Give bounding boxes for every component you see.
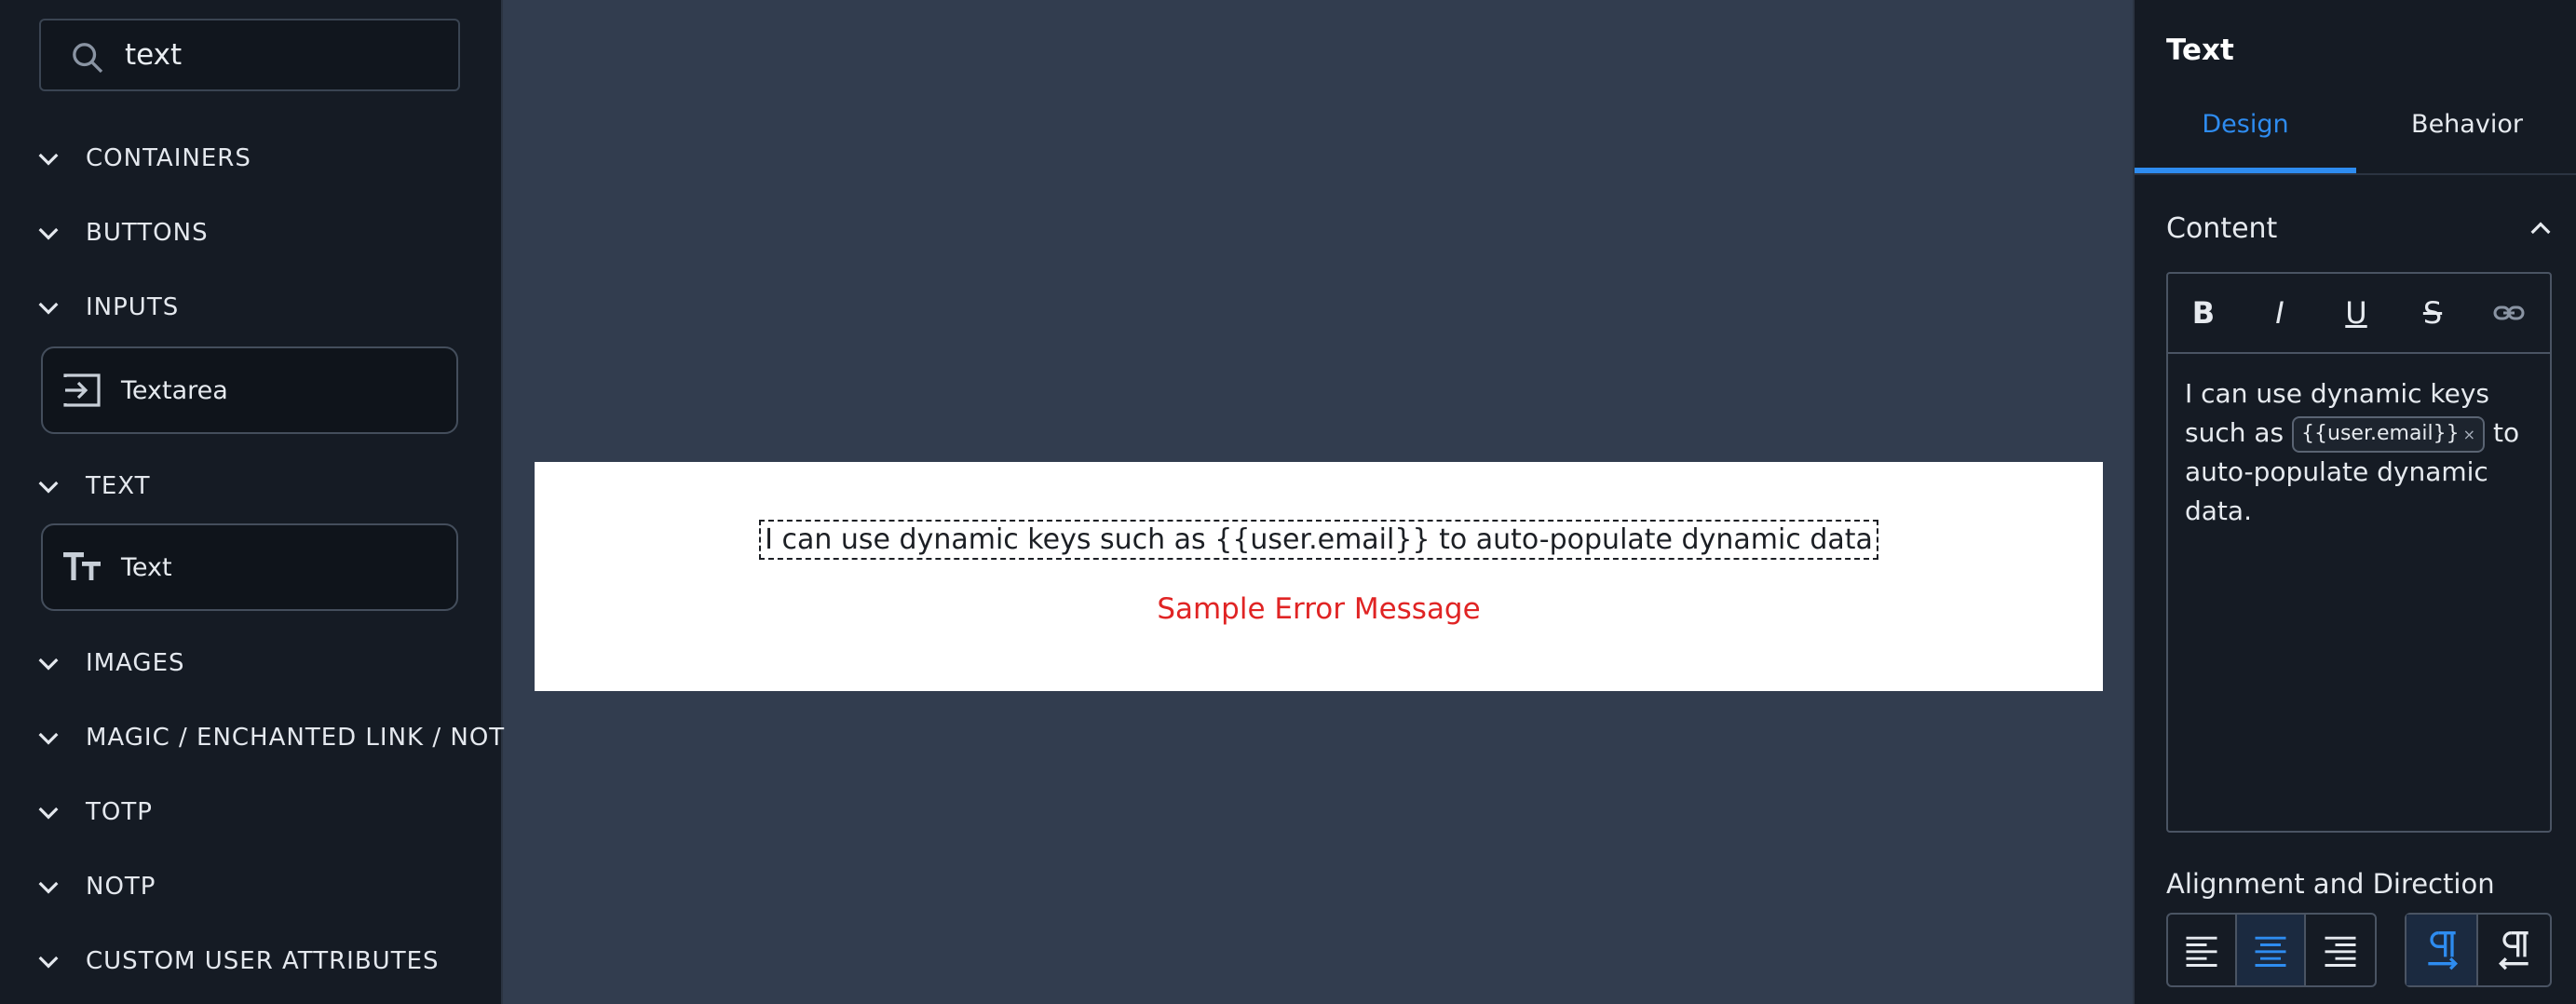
component-text[interactable]: Text (41, 523, 458, 611)
error-message: Sample Error Message (1157, 592, 1481, 626)
search-input[interactable]: text (125, 38, 182, 72)
align-right-button[interactable] (2306, 915, 2375, 985)
tab-divider (2135, 173, 2576, 175)
component-textarea[interactable]: Textarea (41, 346, 458, 434)
component-sidebar: text CONTAINERS BUTTONS INPUTS Textarea … (0, 0, 520, 1004)
content-section-title: Content (2166, 212, 2278, 245)
chevron-down-icon (38, 807, 59, 820)
link-icon (2493, 305, 2525, 320)
design-canvas: I can use dynamic keys such as {{user.em… (505, 0, 2133, 1004)
category-label: BUTTONS (86, 219, 209, 247)
chevron-down-icon (38, 956, 59, 969)
chevron-down-icon (38, 658, 59, 671)
category-containers[interactable]: CONTAINERS (34, 130, 499, 186)
panel-title: Text (2166, 34, 2234, 67)
dynamic-key-label: {{user.email}} (2301, 422, 2460, 445)
category-images[interactable]: IMAGES (34, 635, 499, 691)
editor-toolbar: B I U S (2168, 274, 2550, 354)
category-label: INPUTS (86, 293, 180, 321)
chevron-down-icon (38, 153, 59, 166)
chip-remove-icon[interactable]: × (2463, 426, 2475, 443)
search-box[interactable]: text (39, 19, 460, 91)
screen-frame: I can use dynamic keys such as {{user.em… (535, 462, 2103, 691)
align-left-icon (2186, 936, 2217, 967)
text-type-icon (63, 552, 101, 580)
chevron-up-icon[interactable] (2526, 214, 2556, 244)
textarea-input-icon (63, 373, 101, 407)
align-center-icon (2255, 936, 2286, 967)
rich-text-editor[interactable]: B I U S I can use dynamic keys such as {… (2166, 272, 2552, 833)
category-label: CONTAINERS (86, 144, 251, 172)
italic-button[interactable]: I (2259, 292, 2300, 333)
component-label: Text (121, 552, 172, 582)
direction-group (2405, 913, 2552, 987)
chevron-down-icon (38, 302, 59, 315)
category-label: CUSTOM USER ATTRIBUTES (86, 947, 440, 975)
category-buttons[interactable]: BUTTONS (34, 205, 499, 261)
align-right-icon (2325, 936, 2356, 967)
category-label: NOTP (86, 873, 156, 901)
chevron-down-icon (38, 732, 59, 745)
component-label: Textarea (121, 375, 228, 405)
category-label: MAGIC / ENCHANTED LINK / NOTP (86, 724, 521, 752)
ltr-direction-icon (2427, 931, 2458, 970)
category-label: TOTP (86, 798, 153, 826)
direction-rtl-button[interactable] (2478, 915, 2550, 985)
category-text[interactable]: TEXT (34, 458, 499, 514)
alignment-section-title: Alignment and Direction (2166, 868, 2495, 900)
alignment-group (2166, 913, 2377, 987)
align-center-button[interactable] (2237, 915, 2307, 985)
tab-design[interactable]: Design (2135, 110, 2356, 139)
underline-button[interactable]: U (2336, 292, 2377, 333)
chevron-down-icon (38, 881, 59, 894)
strikethrough-button[interactable]: S (2412, 292, 2453, 333)
direction-ltr-button[interactable] (2407, 915, 2479, 985)
category-magic-link[interactable]: MAGIC / ENCHANTED LINK / NOTP (34, 710, 520, 766)
category-label: IMAGES (86, 649, 185, 677)
category-notp[interactable]: NOTP (34, 859, 499, 915)
dynamic-key-chip[interactable]: {{user.email}} × (2292, 416, 2486, 453)
rtl-direction-icon (2498, 931, 2529, 970)
properties-panel: Text Design Behavior Content B I U S I c… (2133, 0, 2576, 1004)
chevron-down-icon (38, 227, 59, 240)
category-label: TEXT (86, 472, 151, 500)
tab-behavior[interactable]: Behavior (2356, 110, 2576, 139)
align-left-button[interactable] (2168, 915, 2238, 985)
chevron-down-icon (38, 481, 59, 494)
link-button[interactable] (2488, 292, 2529, 333)
category-custom-user-attributes[interactable]: CUSTOM USER ATTRIBUTES (34, 933, 499, 989)
selected-text-component[interactable]: I can use dynamic keys such as {{user.em… (759, 520, 1878, 560)
selected-text-wrapper: I can use dynamic keys such as {{user.em… (535, 520, 2103, 560)
bold-button[interactable]: B (2183, 292, 2224, 333)
search-icon (73, 43, 103, 74)
category-totp[interactable]: TOTP (34, 784, 499, 840)
editor-content[interactable]: I can use dynamic keys such as {{user.em… (2185, 374, 2539, 531)
category-inputs[interactable]: INPUTS (34, 279, 499, 335)
